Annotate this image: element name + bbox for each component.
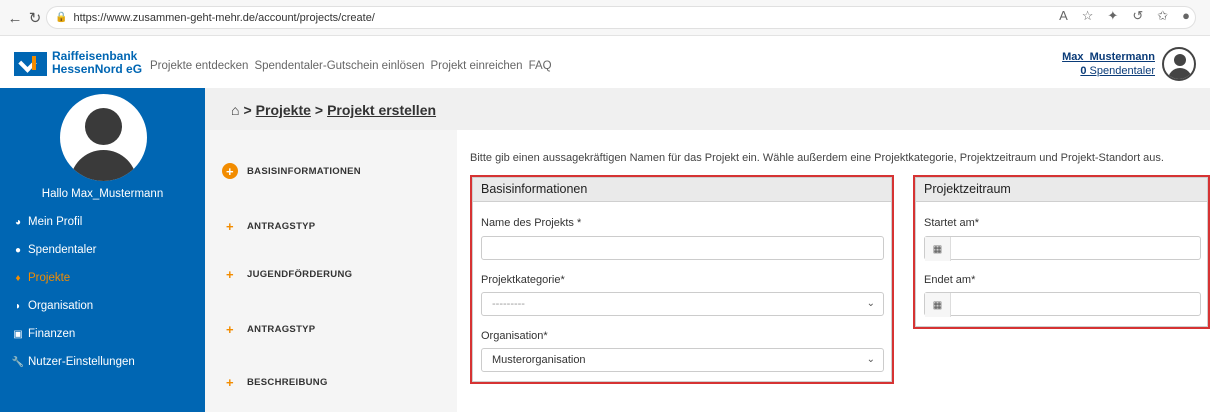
star-icon[interactable]: ☆ — [1082, 8, 1094, 24]
map-pin-icon: ♦ — [15, 272, 21, 284]
step-jugendfoerderung[interactable]: + JUGENDFÖRDERUNG — [222, 266, 352, 282]
sidebar-item-label: Organisation — [28, 300, 94, 312]
bank-logo-text[interactable]: Raiffeisenbank HessenNord eG — [52, 50, 142, 76]
sidebar-item-projekte[interactable]: ♦ Projekte — [11, 264, 135, 292]
sidebar-item-label: Projekte — [28, 272, 71, 284]
main-nav: Projekte entdecken Spendentaler-Gutschei… — [150, 60, 552, 72]
step-label: BESCHREIBUNG — [247, 376, 328, 388]
intro-text: Bitte gib einen aussagekräftigen Namen f… — [470, 152, 1164, 164]
profile-avatar — [60, 94, 147, 181]
breadcrumb-separator: > — [314, 102, 324, 118]
category-label: Projektkategorie* — [481, 274, 565, 286]
dashboard-icon: ◕ — [14, 216, 22, 228]
favorites-icon[interactable]: ✩ — [1157, 8, 1168, 24]
sidebar-menu: ◕ Mein Profil ● Spendentaler ♦ Projekte … — [11, 208, 135, 376]
address-bar[interactable]: 🔒 https://www.zusammen-geht-mehr.de/acco… — [46, 6, 1196, 29]
chevron-down-icon: ⌄ — [866, 354, 875, 365]
breadcrumb: ⌂ > Projekte > Projekt erstellen — [231, 102, 436, 118]
sidebar-item-label: Spendentaler — [28, 244, 97, 256]
organisation-value: Musterorganisation — [492, 354, 586, 366]
profile-icon[interactable]: ● — [1182, 8, 1190, 24]
sidebar-item-label: Finanzen — [28, 328, 76, 340]
breadcrumb-projekt-erstellen[interactable]: Projekt erstellen — [327, 102, 436, 118]
plus-icon: + — [226, 266, 234, 282]
lock-icon: 🔒 — [55, 12, 68, 23]
nav-projekte-entdecken[interactable]: Projekte entdecken — [150, 60, 248, 72]
credits-count: 0 — [1080, 65, 1087, 77]
site-header: Raiffeisenbank HessenNord eG Projekte en… — [0, 40, 1210, 86]
coin-icon: ● — [14, 244, 22, 256]
category-select[interactable]: --------- ⌄ — [481, 292, 884, 316]
chevron-down-icon: ⌄ — [866, 298, 875, 309]
sidebar-item-nutzer-einstellungen[interactable]: 🔧 Nutzer-Einstellungen — [11, 348, 135, 376]
end-date-input[interactable]: ▦ — [924, 292, 1201, 317]
end-date-label: Endet am* — [924, 274, 976, 286]
extension-icon[interactable]: ✦ — [1107, 8, 1118, 24]
sidebar-item-label: Mein Profil — [28, 216, 83, 228]
step-beschreibung[interactable]: + BESCHREIBUNG — [222, 374, 328, 390]
project-name-label: Name des Projekts * — [481, 217, 582, 229]
plus-icon: + — [226, 321, 234, 337]
credits-label: Spendentaler — [1089, 65, 1155, 77]
panel-title: Basisinformationen — [473, 178, 891, 202]
greeting: Hallo Max_Mustermann — [41, 188, 164, 200]
category-value: --------- — [492, 298, 525, 310]
step-label: ANTRAGSTYP — [247, 220, 316, 232]
step-label: BASISINFORMATIONEN — [247, 165, 361, 177]
nav-faq[interactable]: FAQ — [529, 60, 552, 72]
breadcrumb-projekte[interactable]: Projekte — [256, 102, 311, 118]
back-icon[interactable]: ← — [4, 7, 26, 29]
user-info: Max_Mustermann 0 Spendentaler — [1062, 50, 1155, 78]
calendar-icon: ▦ — [925, 237, 951, 261]
wizard-steps: + BASISINFORMATIONEN + ANTRAGSTYP + JUGE… — [205, 130, 457, 412]
reload-icon[interactable]: ↻ — [24, 7, 46, 29]
url-text: https://www.zusammen-geht-mehr.de/accoun… — [73, 11, 375, 24]
sidebar-item-label: Nutzer-Einstellungen — [28, 356, 135, 368]
start-date-input[interactable]: ▦ — [924, 236, 1201, 261]
step-label: ANTRAGSTYP — [247, 323, 316, 335]
calendar-icon: ▦ — [925, 293, 951, 317]
start-date-label: Startet am* — [924, 217, 980, 229]
sidebar: Hallo Max_Mustermann ◕ Mein Profil ● Spe… — [0, 88, 205, 412]
breadcrumb-separator: > — [243, 102, 252, 118]
sidebar-item-spendentaler[interactable]: ● Spendentaler — [11, 236, 135, 264]
step-basisinformationen[interactable]: + BASISINFORMATIONEN — [222, 163, 361, 179]
sidebar-item-finanzen[interactable]: ▣ Finanzen — [11, 320, 135, 348]
brand-line2: HessenNord eG — [52, 62, 143, 76]
step-label: JUGENDFÖRDERUNG — [247, 268, 353, 280]
username-link[interactable]: Max_Mustermann — [1062, 50, 1155, 64]
project-name-input[interactable] — [481, 236, 884, 260]
breadcrumb-bar: ⌂ > Projekte > Projekt erstellen — [205, 88, 1210, 130]
panel-title: Projektzeitraum — [916, 178, 1207, 202]
avatar[interactable] — [1162, 47, 1196, 81]
organisation-label: Organisation* — [481, 330, 548, 342]
home-icon[interactable]: ⌂ — [231, 102, 239, 118]
organisation-select[interactable]: Musterorganisation ⌄ — [481, 348, 884, 372]
read-aloud-icon[interactable]: A — [1059, 8, 1068, 24]
refresh-icon[interactable]: ↺ — [1132, 8, 1143, 24]
step-antragstyp-2[interactable]: + ANTRAGSTYP — [222, 321, 315, 337]
nav-projekt-einreichen[interactable]: Projekt einreichen — [431, 60, 523, 72]
shield-icon: ◗ — [14, 300, 22, 312]
plus-icon: + — [226, 374, 234, 390]
wrench-icon: 🔧 — [11, 356, 25, 368]
browser-actions: A ☆ ✦ ↺ ✩ ● — [1059, 8, 1190, 24]
plus-icon: + — [222, 163, 238, 179]
money-icon: ▣ — [13, 328, 23, 340]
sidebar-item-organisation[interactable]: ◗ Organisation — [11, 292, 135, 320]
browser-toolbar: ← ↻ 🔒 https://www.zusammen-geht-mehr.de/… — [0, 0, 1210, 36]
sidebar-item-mein-profil[interactable]: ◕ Mein Profil — [11, 208, 135, 236]
bank-logo-icon[interactable] — [14, 52, 47, 76]
step-antragstyp[interactable]: + ANTRAGSTYP — [222, 218, 315, 234]
nav-gutschein-einloesen[interactable]: Spendentaler-Gutschein einlösen — [254, 60, 424, 72]
credits-link[interactable]: 0 Spendentaler — [1062, 64, 1155, 78]
plus-icon: + — [226, 218, 234, 234]
